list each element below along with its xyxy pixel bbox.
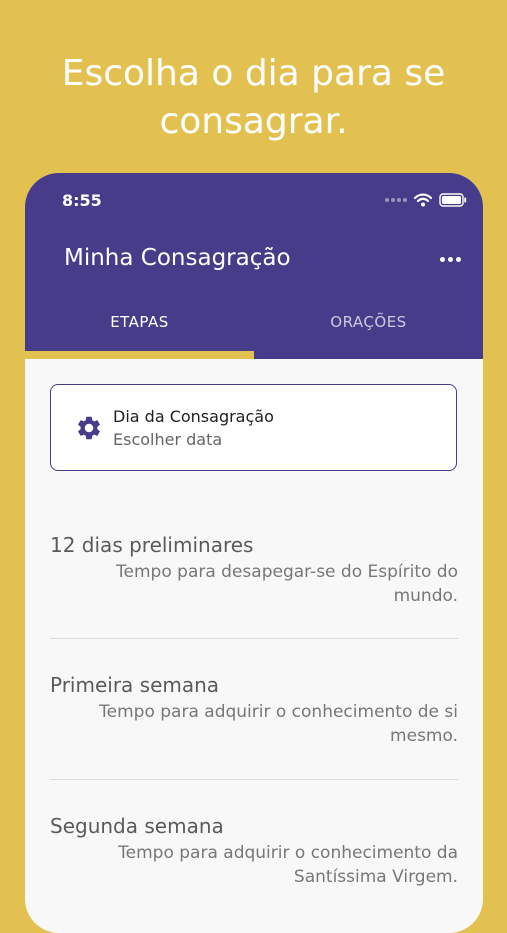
- step-item[interactable]: Segunda semana Tempo para adquirir o con…: [50, 814, 458, 889]
- battery-icon: [439, 193, 467, 207]
- status-time: 8:55: [62, 191, 102, 210]
- card-subtitle: Escolher data: [113, 430, 223, 449]
- tab-etapas-label: ETAPAS: [110, 313, 169, 331]
- step-item[interactable]: 12 dias preliminares Tempo para desapega…: [50, 533, 458, 608]
- consecration-date-card[interactable]: Dia da Consagração Escolher data: [50, 384, 457, 471]
- step-description: Tempo para desapegar-se do Espírito do m…: [116, 562, 458, 606]
- wifi-icon: [414, 193, 432, 207]
- step-description: Tempo para adquirir o conhecimento de si…: [99, 702, 458, 746]
- divider: [50, 638, 458, 639]
- app-bar: 8:55 Minha Consagração ETAPAS ORAÇÕES: [25, 173, 483, 359]
- tab-oracoes-label: ORAÇÕES: [330, 313, 407, 331]
- phone-screen: 8:55 Minha Consagração ETAPAS ORAÇÕES Di…: [25, 173, 483, 933]
- tab-oracoes[interactable]: ORAÇÕES: [254, 313, 483, 331]
- tab-indicator: [25, 351, 254, 359]
- gear-icon: [78, 416, 100, 440]
- step-title: Segunda semana: [50, 814, 224, 838]
- step-description: Tempo para adquirir o conhecimento da Sa…: [118, 843, 458, 887]
- promo-headline: Escolha o dia para se consagrar.: [0, 50, 507, 146]
- cellular-signal-icon: [385, 198, 407, 202]
- divider: [50, 779, 458, 780]
- more-options-icon[interactable]: [436, 253, 465, 266]
- promo-headline-line2: consagrar.: [159, 101, 348, 142]
- status-icons: [385, 193, 467, 207]
- step-item[interactable]: Primeira semana Tempo para adquirir o co…: [50, 673, 458, 748]
- step-title: 12 dias preliminares: [50, 533, 254, 557]
- app-title: Minha Consagração: [64, 245, 291, 271]
- card-title: Dia da Consagração: [113, 407, 274, 426]
- tab-etapas[interactable]: ETAPAS: [25, 313, 254, 331]
- promo-headline-line1: Escolha o dia para se: [61, 53, 446, 94]
- step-title: Primeira semana: [50, 673, 220, 697]
